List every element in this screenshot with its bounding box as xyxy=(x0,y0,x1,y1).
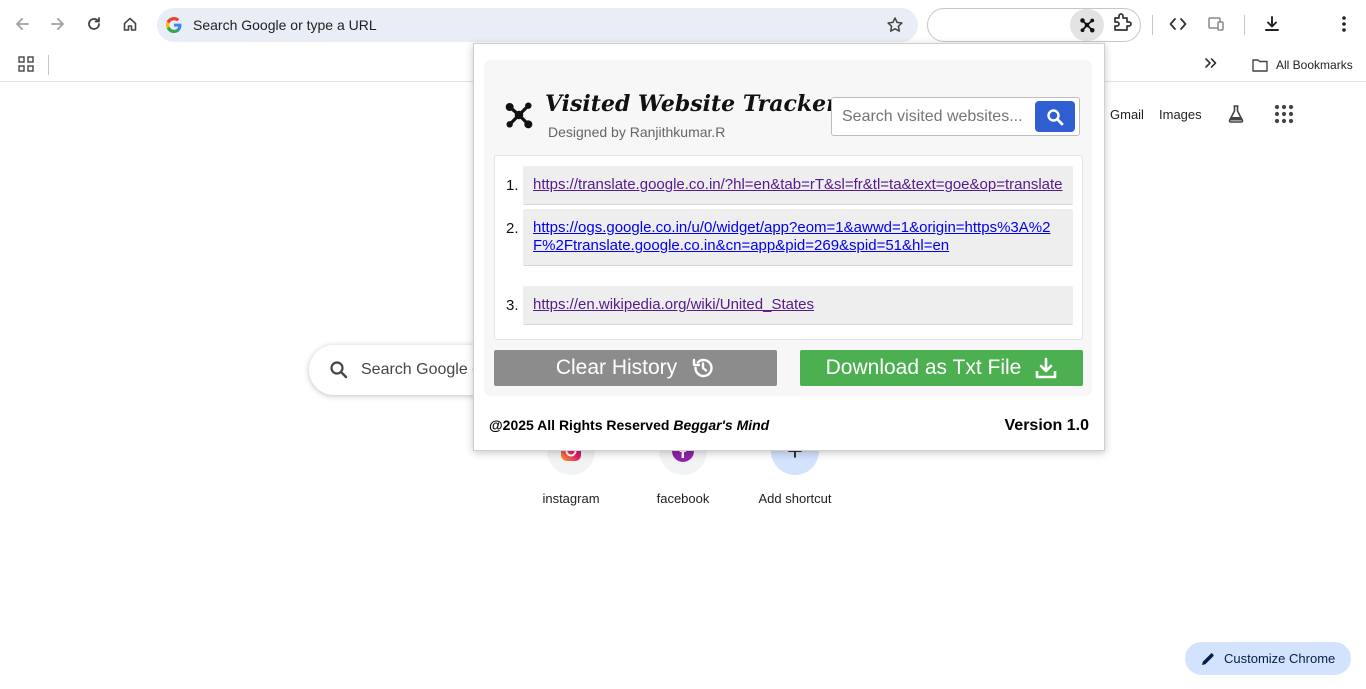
toolbar-separator xyxy=(1244,15,1245,35)
download-icon xyxy=(1035,357,1057,379)
images-link[interactable]: Images xyxy=(1159,107,1202,122)
history-link[interactable]: https://ogs.google.co.in/u/0/widget/app?… xyxy=(533,219,1050,254)
network-molecule-icon xyxy=(1080,18,1095,33)
history-item-card: https://ogs.google.co.in/u/0/widget/app?… xyxy=(523,209,1073,266)
omnibox-text: Search Google or type a URL xyxy=(193,17,377,33)
home-icon xyxy=(123,17,137,31)
back-arrow-icon xyxy=(16,18,29,30)
devices-icon xyxy=(1208,17,1224,31)
download-txt-label: Download as Txt File xyxy=(825,356,1022,379)
pencil-icon xyxy=(1202,652,1214,665)
extension-popup: Visited Website Tracker Designed by Ranj… xyxy=(473,43,1105,451)
device-toolbar-button[interactable] xyxy=(1201,9,1231,39)
history-item-number: 2. xyxy=(506,220,519,237)
search-icon xyxy=(330,361,348,379)
history-search-input[interactable] xyxy=(832,98,1032,135)
toolbar-separator xyxy=(1152,15,1153,35)
back-button[interactable] xyxy=(7,9,37,39)
shortcut-label: Add shortcut xyxy=(758,491,832,506)
search-icon xyxy=(1047,108,1064,125)
history-item-number: 1. xyxy=(506,177,519,194)
all-bookmarks-label: All Bookmarks xyxy=(1276,58,1353,72)
apps-grid-icon xyxy=(18,56,34,72)
downloads-button[interactable] xyxy=(1257,9,1287,39)
extensions-button[interactable] xyxy=(1110,11,1134,40)
omnibox[interactable]: Search Google or type a URL xyxy=(157,8,918,42)
history-item-number: 3. xyxy=(506,297,519,314)
history-icon xyxy=(691,356,715,380)
history-list: 1. https://translate.google.co.in/?hl=en… xyxy=(494,155,1083,340)
download-icon xyxy=(1265,16,1279,31)
shortcut-label: facebook xyxy=(656,491,710,506)
download-txt-button[interactable]: Download as Txt File xyxy=(800,350,1083,386)
brand-name: Beggar's Mind xyxy=(673,417,770,433)
history-item-card: https://translate.google.co.in/?hl=en&ta… xyxy=(523,166,1073,205)
home-button[interactable] xyxy=(115,9,145,39)
bookmarks-separator xyxy=(48,55,49,75)
google-apps-button[interactable] xyxy=(1274,104,1294,129)
folder-icon xyxy=(1252,59,1268,72)
forward-button[interactable] xyxy=(43,9,73,39)
history-link[interactable]: https://en.wikipedia.org/wiki/United_Sta… xyxy=(533,296,814,313)
popup-subtitle: Designed by Ranjithkumar.R xyxy=(548,124,726,140)
apps-shortcut[interactable] xyxy=(18,56,34,77)
customize-chrome-button[interactable]: Customize Chrome xyxy=(1185,642,1351,675)
puzzle-icon xyxy=(1114,13,1132,31)
popup-footer-rights: @2025 All Rights Reserved Beggar's Mind xyxy=(489,417,769,433)
kebab-menu-icon xyxy=(1342,16,1346,32)
clear-history-button[interactable]: Clear History xyxy=(494,350,777,386)
extensions-area xyxy=(927,8,1141,42)
rights-text: @2025 All Rights Reserved xyxy=(489,417,670,433)
browser-toolbar: Search Google or type a URL xyxy=(0,0,1366,48)
reload-button[interactable] xyxy=(79,9,109,39)
forward-arrow-icon xyxy=(51,18,64,30)
customize-chrome-label: Customize Chrome xyxy=(1224,651,1336,666)
gmail-link[interactable]: Gmail xyxy=(1110,107,1144,122)
tracker-logo-icon xyxy=(505,102,533,129)
history-item-card: https://en.wikipedia.org/wiki/United_Sta… xyxy=(523,286,1073,325)
all-bookmarks-button[interactable]: All Bookmarks xyxy=(1252,54,1353,76)
visited-tracker-extension-button[interactable] xyxy=(1070,9,1104,41)
more-bookmarks-button[interactable] xyxy=(1203,55,1219,76)
history-search-button[interactable] xyxy=(1035,101,1075,132)
history-link[interactable]: https://translate.google.co.in/?hl=en&ta… xyxy=(533,176,1063,193)
clear-history-label: Clear History xyxy=(555,356,678,379)
google-g-icon xyxy=(166,17,182,33)
shortcut-label: instagram xyxy=(542,491,600,506)
popup-title: Visited Website Tracker xyxy=(545,91,838,117)
reload-icon xyxy=(88,17,100,30)
code-icon xyxy=(1169,18,1187,30)
flask-icon xyxy=(1228,105,1244,123)
devtools-button[interactable] xyxy=(1163,9,1193,39)
apps-dots-icon xyxy=(1274,104,1294,124)
history-search xyxy=(831,97,1080,136)
double-chevron-right-icon xyxy=(1205,58,1217,68)
chrome-menu-button[interactable] xyxy=(1329,9,1359,39)
ntp-search-placeholder: Search Google o xyxy=(361,361,482,378)
bookmark-star-icon[interactable] xyxy=(886,16,904,34)
popup-version: Version 1.0 xyxy=(1004,417,1090,434)
labs-button[interactable] xyxy=(1226,104,1246,129)
